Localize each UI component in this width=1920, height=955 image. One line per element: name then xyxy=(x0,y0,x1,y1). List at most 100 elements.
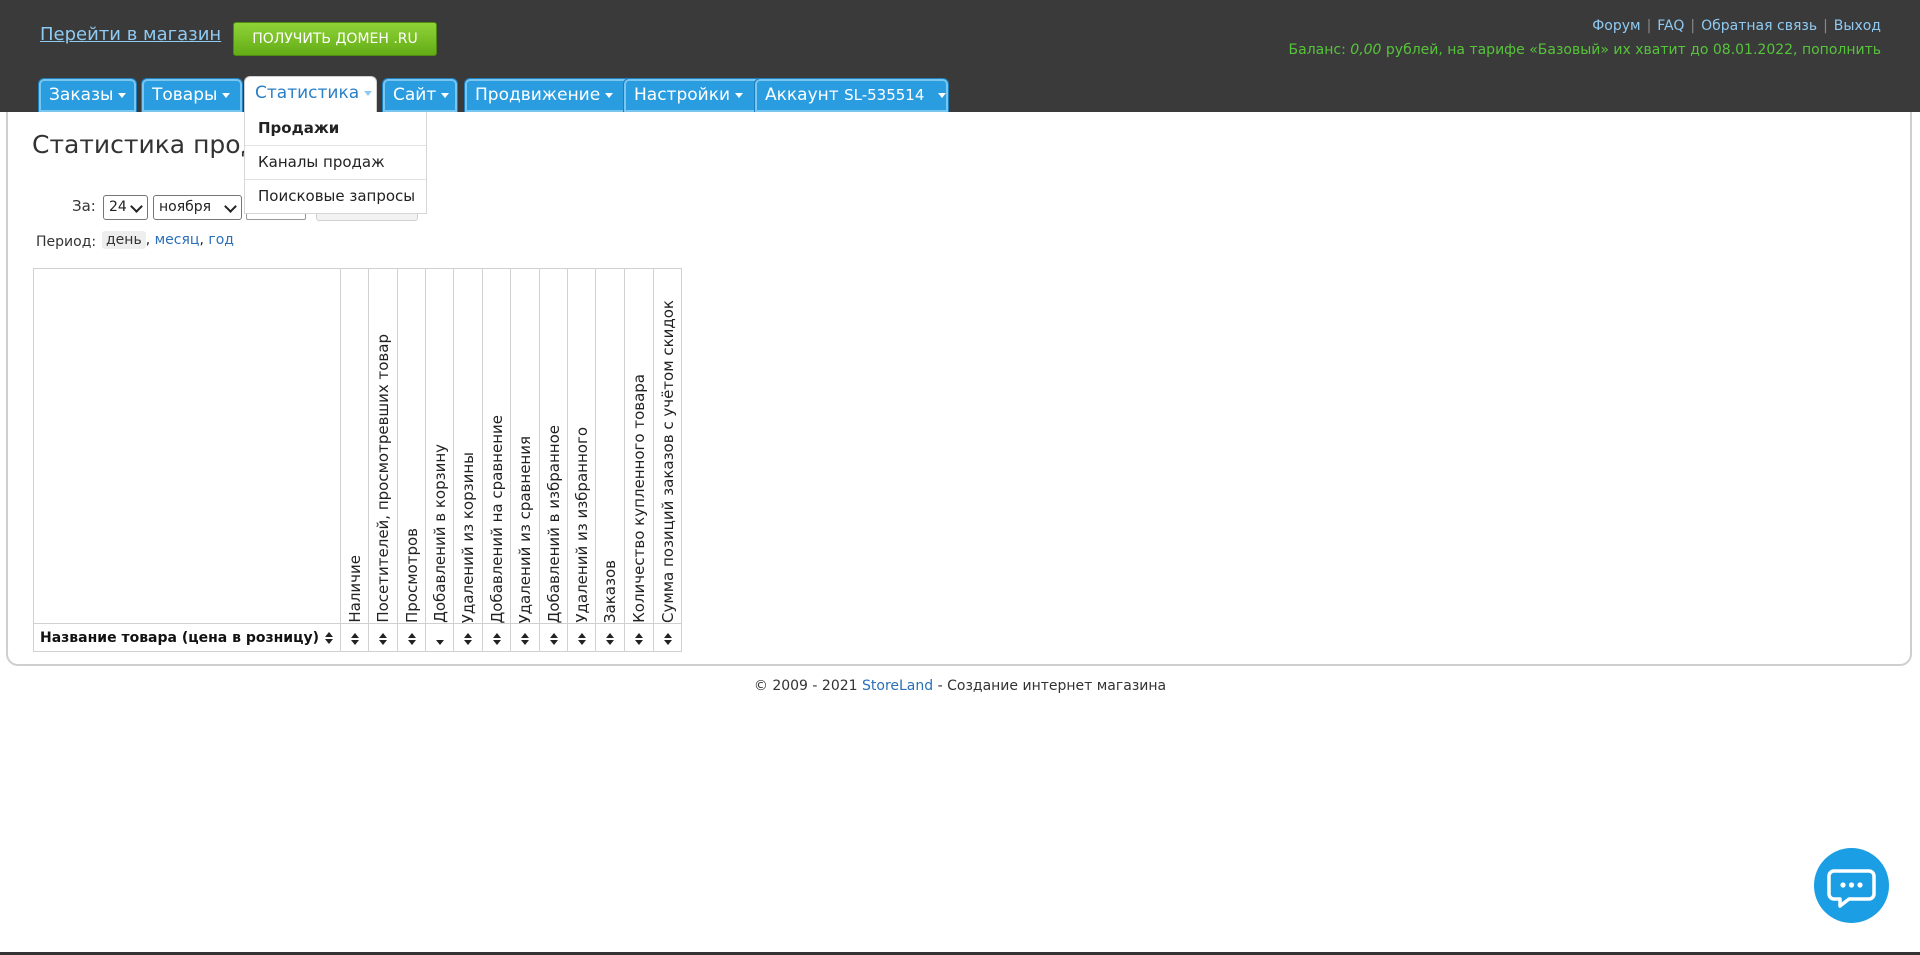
get-domain-button[interactable]: ПОЛУЧИТЬ ДОМЕН .RU xyxy=(233,22,437,56)
separator: | xyxy=(1823,18,1828,34)
day-select[interactable]: 24 xyxy=(103,195,148,220)
column-label: Заказов xyxy=(601,559,619,623)
tab-label: Статистика xyxy=(255,83,360,103)
footer: © 2009 - 2021 StoreLand - Создание интер… xyxy=(0,678,1920,694)
menu-item-sales-channels[interactable]: Каналы продаж xyxy=(245,145,426,179)
tab-account[interactable]: Аккаунт SL-535514 xyxy=(754,78,949,112)
sort-arrows-icon xyxy=(492,632,502,645)
column-header: Добавлений на сравнение xyxy=(482,268,511,624)
column-header: Сумма позиций заказов с учётом скидок xyxy=(653,268,682,624)
sort-cell[interactable] xyxy=(624,623,654,652)
column-header: Количество купленного товара xyxy=(624,268,654,624)
sort-cell[interactable] xyxy=(368,623,398,652)
sort-by-name[interactable]: Название товара (цена в розницу) xyxy=(33,623,341,652)
column-header: Удалений из сравнения xyxy=(510,268,540,624)
sort-arrows-icon xyxy=(663,632,673,645)
sort-row: Название товара (цена в розницу) xyxy=(33,623,682,652)
period-switch: день, месяц, год xyxy=(102,231,234,249)
month-value: ноября xyxy=(159,199,212,215)
column-label: Удалений из избранного xyxy=(572,427,591,623)
chat-bubble-icon xyxy=(1827,869,1876,908)
column-label: Добавлений на сравнение xyxy=(487,414,506,623)
forum-link[interactable]: Форум xyxy=(1592,18,1640,34)
top-links: Форум | FAQ | Обратная связь | Выход xyxy=(1592,18,1881,34)
sort-arrows-icon xyxy=(407,632,417,645)
separator: | xyxy=(1646,18,1652,34)
sort-arrows-icon xyxy=(350,632,360,645)
feedback-link[interactable]: Обратная связь xyxy=(1701,18,1817,34)
caret-down-icon xyxy=(441,92,450,98)
storeland-link[interactable]: StoreLand xyxy=(862,678,933,694)
sort-arrows-icon xyxy=(634,632,644,645)
balance-amount: 0,00 xyxy=(1350,42,1382,58)
sort-arrows-icon xyxy=(324,631,334,644)
tab-label: Товары xyxy=(152,85,218,105)
caret-down-icon xyxy=(605,92,614,98)
column-header: Удалений из корзины xyxy=(453,268,483,624)
tab-orders[interactable]: Заказы xyxy=(38,78,137,112)
column-header: Удалений из избранного xyxy=(567,268,596,624)
filter-label: За: xyxy=(72,197,96,215)
sort-cell[interactable] xyxy=(425,623,454,652)
sort-cell[interactable] xyxy=(595,623,625,652)
period-label: Период: xyxy=(36,234,97,250)
column-header: Наличие xyxy=(340,268,369,624)
sort-cell[interactable] xyxy=(510,623,540,652)
menu-item-search-queries[interactable]: Поисковые запросы xyxy=(245,179,426,213)
tab-products[interactable]: Товары xyxy=(141,78,243,112)
chat-button[interactable] xyxy=(1814,848,1889,923)
sort-arrows-icon xyxy=(577,632,587,645)
sort-arrows-icon xyxy=(463,632,473,645)
sort-arrows-icon xyxy=(605,632,615,645)
period-month-link[interactable]: месяц xyxy=(155,232,200,248)
column-label: Удалений из сравнения xyxy=(516,435,534,624)
tab-label: Аккаунт xyxy=(765,85,839,105)
tab-label: Заказы xyxy=(49,85,114,105)
column-header: Заказов xyxy=(595,268,625,624)
stats-table: Наличие Посетителей, просмотревших товар… xyxy=(33,268,682,652)
column-label: Удалений из корзины xyxy=(459,451,477,623)
go-to-shop-link[interactable]: Перейти в магазин xyxy=(40,24,221,45)
sort-cell[interactable] xyxy=(397,623,426,652)
balance-info: Баланс: 0,00 рублей, на тарифе «Базовый»… xyxy=(1289,42,1881,58)
caret-down-icon xyxy=(938,92,947,98)
caret-down-icon xyxy=(222,92,231,98)
name-column-label: Название товара (цена в розницу) xyxy=(40,629,319,646)
column-label: Просмотров xyxy=(402,528,421,623)
sort-arrows-icon xyxy=(520,632,530,645)
period-year-link[interactable]: год xyxy=(208,232,234,248)
column-header: Добавлений в корзину xyxy=(425,268,454,624)
column-label: Добавлений в избранное xyxy=(544,424,563,623)
tab-statistics[interactable]: Статистика xyxy=(244,76,377,112)
column-label: Сумма позиций заказов с учётом скидок xyxy=(658,300,677,623)
sort-cell[interactable] xyxy=(340,623,369,652)
sort-cell[interactable] xyxy=(482,623,511,652)
topup-link[interactable]: пополнить xyxy=(1802,42,1881,58)
tab-label: Настройки xyxy=(634,85,731,105)
tab-site[interactable]: Сайт xyxy=(382,78,458,112)
sort-desc-icon xyxy=(435,633,445,645)
sort-cell[interactable] xyxy=(453,623,483,652)
sort-cell[interactable] xyxy=(539,623,568,652)
caret-down-icon xyxy=(735,92,744,98)
period-day-current: день xyxy=(102,231,146,249)
chevron-down-icon xyxy=(130,200,143,213)
sort-arrows-icon xyxy=(378,632,388,645)
column-label: Посетителей, просмотревших товар xyxy=(374,334,392,623)
day-value: 24 xyxy=(109,199,127,215)
month-select[interactable]: ноября xyxy=(153,195,242,220)
sort-cell[interactable] xyxy=(653,623,682,652)
account-id: SL-535514 xyxy=(844,86,925,104)
caret-down-icon xyxy=(364,90,373,96)
statistics-dropdown: Продажи Каналы продаж Поисковые запросы xyxy=(244,112,427,214)
column-label: Добавлений в корзину xyxy=(430,444,449,623)
copyright: © 2009 - 2021 xyxy=(753,678,862,694)
header-empty-cell xyxy=(33,268,341,624)
caret-down-icon xyxy=(118,92,127,98)
logout-link[interactable]: Выход xyxy=(1834,18,1881,34)
sort-cell[interactable] xyxy=(567,623,596,652)
faq-link[interactable]: FAQ xyxy=(1657,18,1684,34)
tab-label: Сайт xyxy=(393,85,437,105)
menu-item-sales[interactable]: Продажи xyxy=(245,112,426,145)
chevron-down-icon xyxy=(224,200,237,213)
